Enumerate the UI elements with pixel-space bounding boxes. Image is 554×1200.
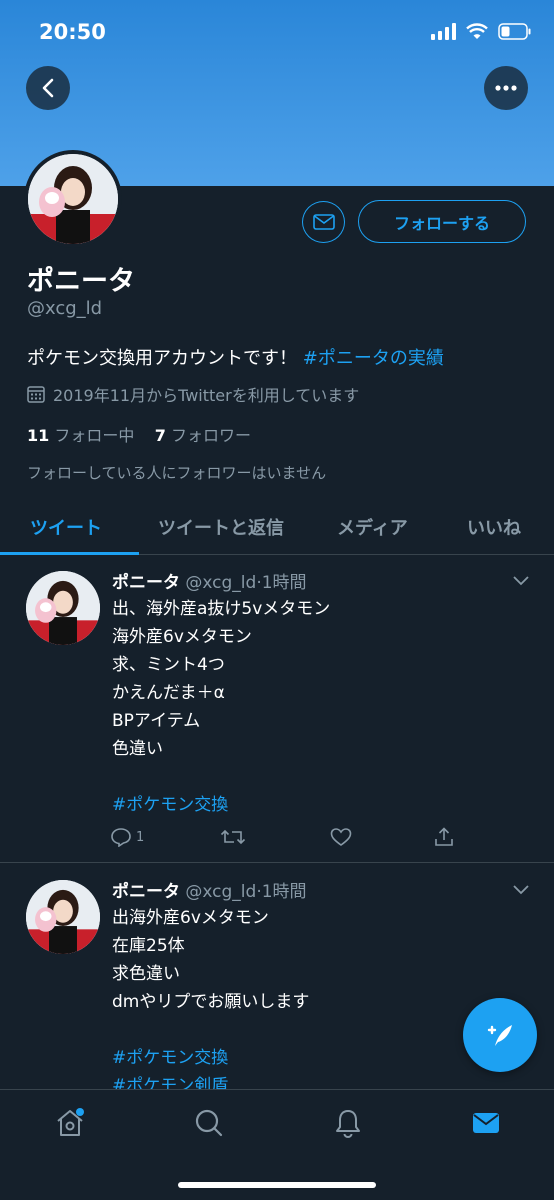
followers-link[interactable]: 7 フォロワー [155, 426, 251, 445]
tweet-line: 色違い [112, 739, 163, 759]
follow-counts: 11 フォロー中 7 フォロワー [27, 422, 251, 446]
calendar-icon [27, 386, 45, 403]
tweet-hashtag-link[interactable]: #ポケモン剣盾 [112, 1072, 309, 1089]
active-tab-indicator [0, 552, 139, 555]
reply-button[interactable]: 1 [110, 827, 220, 847]
chevron-down-icon[interactable] [512, 574, 530, 586]
share-icon [435, 827, 453, 846]
tweet-avatar[interactable] [26, 880, 100, 954]
back-button[interactable] [26, 66, 70, 110]
mail-icon [312, 214, 335, 230]
joined-date: 2019年11月からTwitterを利用しています [27, 382, 359, 406]
like-button[interactable] [330, 827, 434, 847]
profile-handle: @xcg_ld [27, 298, 103, 319]
tweet-line: かえんだま＋α [112, 683, 225, 703]
followers-label: フォロワー [170, 426, 251, 445]
share-button[interactable] [434, 827, 454, 847]
tab-tweets[interactable]: ツイート [30, 514, 102, 540]
battery-icon [498, 22, 531, 40]
tweet-author-name: ポニータ [112, 882, 180, 902]
tweet-line: 求色違い [112, 964, 180, 984]
reply-icon [111, 828, 131, 847]
tweet-meta: @xcg_ld·1時間 [185, 573, 307, 593]
following-count: 11 [27, 426, 50, 445]
joined-text: 2019年11月からTwitterを利用しています [53, 386, 360, 405]
profile-bio: ポケモン交換用アカウントです！ #ポニータの実績 [27, 344, 444, 370]
following-label: フォロー中 [54, 426, 135, 445]
home-icon[interactable] [55, 1108, 85, 1138]
tab-tweets-replies[interactable]: ツイートと返信 [158, 514, 284, 540]
compose-tweet-button[interactable] [463, 998, 537, 1072]
tab-media[interactable]: メディア [337, 514, 408, 540]
tweet-line: BPアイテム [112, 711, 201, 731]
bio-hashtag-link[interactable]: #ポニータの実績 [303, 348, 444, 369]
reply-count: 1 [136, 829, 145, 845]
tweet-meta: @xcg_ld·1時間 [185, 882, 307, 902]
tweet-author-name: ポニータ [112, 573, 180, 593]
profile-avatar[interactable] [24, 150, 122, 248]
like-icon [330, 828, 352, 846]
tweet-header: ポニータ @xcg_ld·1時間 [112, 877, 307, 902]
followers-count: 7 [154, 426, 166, 445]
more-button[interactable] [484, 66, 528, 110]
tweet-hashtag-link[interactable]: #ポケモン交換 [112, 1044, 309, 1072]
compose-icon [487, 1025, 512, 1046]
tweet-line: 求、ミント4つ [112, 655, 225, 675]
tweet-line: dmやリプでお願いします [112, 992, 310, 1012]
signal-icon [431, 22, 456, 40]
tweet-text: 出海外産6vメタモン 在庫25体 求色違い dmやリプでお願いします #ポケモン… [112, 904, 309, 1089]
retweet-icon [220, 829, 246, 845]
home-indicator [178, 1182, 376, 1188]
back-arrow-icon [42, 78, 54, 98]
tweet-actions: 1 [110, 827, 454, 847]
tweet-line: 在庫25体 [112, 936, 185, 956]
messages-icon[interactable] [471, 1108, 501, 1138]
tweet-text: 出、海外産a抜け5vメタモン 海外産6vメタモン 求、ミント4つ かえんだま＋α… [112, 595, 330, 819]
tweet-hashtag-link[interactable]: #ポケモン交換 [112, 791, 330, 819]
message-button[interactable] [302, 201, 345, 243]
chevron-down-icon[interactable] [512, 883, 530, 895]
notifications-icon[interactable] [333, 1108, 363, 1138]
tweet-line: 海外産6vメタモン [112, 627, 252, 647]
status-time: 20:50 [39, 20, 106, 44]
tweet-header: ポニータ @xcg_ld·1時間 [112, 568, 307, 593]
wifi-icon [466, 22, 488, 39]
status-icons [431, 22, 532, 40]
tweet-avatar[interactable] [26, 571, 100, 645]
tweet-line: 出海外産6vメタモン [112, 908, 269, 928]
search-icon[interactable] [194, 1108, 224, 1138]
follow-button[interactable]: フォローする [358, 200, 526, 243]
tab-likes[interactable]: いいね [467, 514, 521, 540]
tweet-divider [0, 862, 554, 863]
bio-text: ポケモン交換用アカウントです！ [27, 348, 297, 369]
following-link[interactable]: 11 フォロー中 [27, 426, 134, 445]
status-bar: 20:50 [0, 0, 554, 64]
no-followers-note: フォローしている人にフォロワーはいません [27, 464, 327, 482]
tweet-line: 出、海外産a抜け5vメタモン [112, 599, 331, 619]
profile-name: ポニータ [27, 266, 135, 297]
tweet[interactable]: ポニータ @xcg_ld·1時間 出、海外産a抜け5vメタモン 海外産6vメタモ… [0, 568, 554, 863]
more-icon [495, 85, 517, 91]
profile-tabs: ツイート ツイートと返信 メディア いいね [0, 500, 554, 555]
retweet-button[interactable] [220, 827, 330, 847]
